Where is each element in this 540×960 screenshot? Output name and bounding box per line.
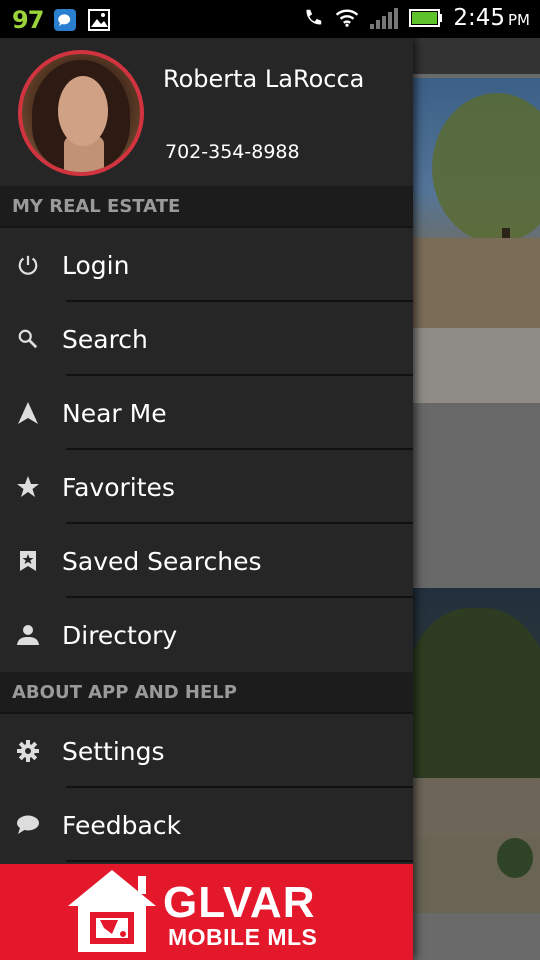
menu-item-search[interactable]: Search — [0, 302, 413, 376]
section-header-my-real-estate: MY REAL ESTATE — [0, 186, 413, 228]
agent-name: Roberta LaRocca — [163, 65, 365, 93]
menu-item-saved-searches[interactable]: Saved Searches — [0, 524, 413, 598]
brand-name: GLVAR — [163, 878, 316, 927]
navigation-drawer: Roberta LaRocca 702-354-8988 MY REAL EST… — [0, 38, 413, 960]
search-icon — [16, 327, 40, 351]
menu-item-label: Settings — [62, 736, 165, 766]
brand-tagline: MOBILE MLS — [168, 924, 318, 950]
menu-item-near-me[interactable]: Near Me — [0, 376, 413, 450]
image-notification-icon — [87, 8, 111, 32]
chat-notification-icon — [53, 8, 77, 32]
power-icon — [16, 253, 40, 277]
star-icon — [16, 475, 40, 499]
menu-item-label: Search — [62, 324, 148, 354]
wifi-icon — [335, 6, 359, 30]
listing-photo[interactable] — [412, 78, 540, 403]
speech-bubble-icon — [16, 813, 40, 837]
menu-item-feedback[interactable]: Feedback — [0, 788, 413, 862]
menu-item-label: Feedback — [62, 810, 182, 840]
clock: 2:45 PM — [453, 5, 530, 31]
person-icon — [16, 623, 40, 647]
listing-card[interactable] — [412, 403, 540, 588]
menu-item-label: Directory — [62, 620, 178, 650]
menu-item-favorites[interactable]: Favorites — [0, 450, 413, 524]
menu-item-label: Saved Searches — [62, 546, 262, 576]
agent-profile-header[interactable]: Roberta LaRocca 702-354-8988 — [0, 38, 413, 186]
avatar — [18, 50, 144, 176]
agent-phone[interactable]: 702-354-8988 — [165, 141, 300, 163]
battery-icon — [409, 6, 443, 30]
glvar-mobile-mls-banner[interactable]: GLVAR MOBILE MLS — [0, 864, 413, 960]
listing-photo[interactable] — [412, 588, 540, 913]
menu-item-login[interactable]: Login — [0, 228, 413, 302]
divider — [66, 860, 413, 862]
menu-item-directory[interactable]: Directory — [0, 598, 413, 672]
signal-icon — [369, 6, 399, 30]
menu-item-label: Near Me — [62, 398, 167, 428]
menu-item-settings[interactable]: Settings — [0, 714, 413, 788]
status-bar: 97 2:45 PM — [0, 0, 540, 38]
bookmark-star-icon — [16, 549, 40, 573]
gear-icon — [16, 739, 40, 763]
battery-percent-text: 97 — [12, 6, 44, 34]
section-header-about-app-and-help: ABOUT APP AND HELP — [0, 672, 413, 714]
navigation-arrow-icon — [16, 401, 40, 425]
menu-item-label: Favorites — [62, 472, 175, 502]
phone-icon — [301, 6, 325, 30]
menu-item-label: Login — [62, 250, 130, 280]
